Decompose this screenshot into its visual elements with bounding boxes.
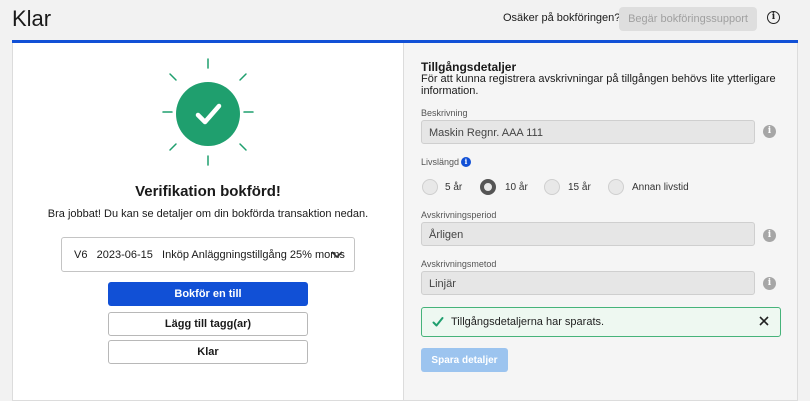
lifetime-info-icon[interactable]: i — [461, 157, 471, 167]
radio-15-years[interactable] — [544, 179, 560, 195]
method-info-icon[interactable]: i — [763, 277, 776, 290]
radio-10-years[interactable] — [480, 179, 496, 195]
unsure-text: Osäker på bokföringen? — [503, 12, 621, 24]
book-another-button[interactable]: Bokför en till — [108, 282, 308, 306]
period-info-icon[interactable]: i — [763, 229, 776, 242]
asset-details-title: Tillgångsdetaljer — [421, 60, 517, 74]
radio-other-lifetime-label: Annan livstid — [632, 182, 689, 193]
radio-15-years-label: 15 år — [568, 182, 591, 193]
description-field[interactable]: Maskin Regnr. AAA 111 — [421, 120, 755, 144]
period-field[interactable]: Årligen — [421, 222, 755, 246]
page-title: Klar — [12, 6, 52, 31]
method-label: Avskrivningsmetod — [421, 259, 497, 269]
transaction-summary: V6 2023-06-15 Inköp Anläggningstillgång … — [74, 249, 345, 261]
period-label: Avskrivningsperiod — [421, 210, 497, 220]
radio-5-years[interactable] — [422, 179, 438, 195]
lifetime-label: Livslängd — [421, 157, 460, 167]
save-details-button[interactable]: Spara detaljer — [421, 348, 508, 372]
info-icon[interactable]: i — [767, 11, 780, 24]
success-check-icon — [176, 82, 240, 146]
asset-details-description: För att kunna registrera avskrivningar p… — [421, 73, 776, 97]
description-info-icon[interactable]: i — [763, 125, 776, 138]
radio-other-lifetime[interactable] — [608, 179, 624, 195]
radio-10-years-label: 10 år — [505, 182, 528, 193]
transaction-select[interactable]: V6 2023-06-15 Inköp Anläggningstillgång … — [61, 237, 355, 272]
saved-alert-text: Tillgångsdetaljerna har sparats. — [451, 316, 605, 328]
saved-alert: Tillgångsdetaljerna har sparats. — [421, 307, 781, 337]
top-bar: Klar Osäker på bokföringen? Begär bokför… — [0, 0, 810, 40]
add-tag-button[interactable]: Lägg till tagg(ar) — [108, 312, 308, 336]
check-icon — [432, 317, 444, 327]
method-field[interactable]: Linjär — [421, 271, 755, 295]
radio-5-years-label: 5 år — [445, 182, 463, 193]
done-button[interactable]: Klar — [108, 340, 308, 364]
close-icon[interactable] — [757, 314, 771, 328]
success-title: Verifikation bokförd! — [135, 183, 281, 200]
request-support-button[interactable]: Begär bokföringssupport — [619, 7, 757, 31]
success-subtitle: Bra jobbat! Du kan se detaljer om din bo… — [47, 208, 369, 220]
chevron-down-icon — [331, 251, 343, 259]
description-label: Beskrivning — [421, 108, 468, 118]
